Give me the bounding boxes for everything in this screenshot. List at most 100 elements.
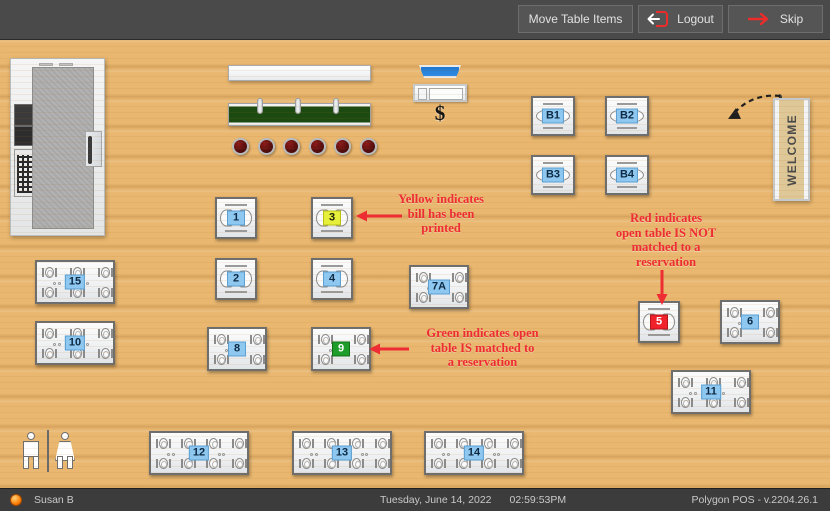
- table-12[interactable]: 12: [149, 431, 249, 475]
- table-7a[interactable]: 7A: [409, 265, 469, 309]
- table-status-badge[interactable]: 10: [64, 335, 86, 351]
- table-13[interactable]: 13: [292, 431, 392, 475]
- refrigerator-icon: [85, 131, 102, 167]
- table-status-badge[interactable]: 8: [228, 341, 246, 357]
- place-setting-icon: [317, 354, 333, 366]
- logout-button[interactable]: Logout: [638, 5, 723, 33]
- place-setting-icon: [298, 438, 314, 450]
- place-setting-icon: [41, 267, 57, 279]
- place-setting-icon: [506, 438, 522, 450]
- condiment-icon: [689, 392, 697, 395]
- table-11[interactable]: 11: [671, 370, 751, 414]
- place-setting-icon: [213, 354, 229, 366]
- table-status-badge[interactable]: 9: [332, 341, 350, 357]
- booth-b1[interactable]: B1: [531, 96, 575, 136]
- status-bar: Susan B Tuesday, June 14, 2022 02:59:53P…: [0, 488, 830, 511]
- restroom-male-icon: [20, 432, 42, 470]
- booth-edge: [617, 103, 637, 105]
- bar-top: [228, 98, 371, 126]
- table-14[interactable]: 14: [424, 431, 524, 475]
- booth-status-badge[interactable]: B3: [541, 167, 565, 183]
- place-setting-icon: [451, 292, 467, 304]
- condiment-icon: [217, 453, 226, 456]
- place-setting-icon: [733, 377, 749, 389]
- cash-drawer-icon: [413, 84, 467, 102]
- table-10[interactable]: 10: [35, 321, 115, 365]
- booth-edge: [543, 103, 563, 105]
- place-setting-icon: [249, 354, 265, 366]
- place-setting-icon: [97, 287, 113, 299]
- table-status-badge[interactable]: 1: [227, 210, 245, 226]
- table-status-badge[interactable]: 12: [188, 445, 210, 461]
- table-15[interactable]: 15: [35, 260, 115, 304]
- booth-edge: [543, 162, 563, 164]
- table-status-badge[interactable]: 6: [741, 314, 759, 330]
- entrance-door[interactable]: WELCOME: [773, 98, 810, 201]
- legend-red-text: Red indicates open table IS NOT matched …: [615, 211, 717, 269]
- table-status-badge[interactable]: 2: [227, 271, 245, 287]
- table-status-badge[interactable]: 3: [323, 210, 341, 226]
- table-status-badge[interactable]: 7A: [427, 279, 451, 295]
- place-setting-icon: [430, 458, 446, 470]
- table-6[interactable]: 6: [720, 300, 780, 344]
- legend-green-text: Green indicates open table IS matched to…: [426, 326, 539, 369]
- bar-stool[interactable]: [258, 138, 275, 155]
- bar-stool[interactable]: [232, 138, 249, 155]
- bar-stool[interactable]: [283, 138, 300, 155]
- table-9[interactable]: 9: [311, 327, 371, 371]
- place-setting-icon: [430, 438, 446, 450]
- arrow-left-icon: [647, 11, 669, 27]
- place-setting-icon: [353, 334, 369, 346]
- dollar-sign-icon: $: [434, 101, 446, 125]
- table-8[interactable]: 8: [207, 327, 267, 371]
- place-setting-icon: [249, 334, 265, 346]
- cash-register-station[interactable]: $: [413, 65, 467, 125]
- bar-stool[interactable]: [309, 138, 326, 155]
- booth-b2[interactable]: B2: [605, 96, 649, 136]
- logout-label: Logout: [677, 12, 714, 26]
- table-4[interactable]: 4: [311, 258, 353, 300]
- booth-b3[interactable]: B3: [531, 155, 575, 195]
- table-1[interactable]: 1: [215, 197, 257, 239]
- arrow-right-icon: [747, 12, 772, 26]
- booth-status-badge[interactable]: B2: [615, 108, 639, 124]
- condiment-icon: [360, 453, 369, 456]
- place-setting-icon: [97, 267, 113, 279]
- table-status-badge[interactable]: 14: [463, 445, 485, 461]
- table-status-badge[interactable]: 15: [64, 274, 86, 290]
- legend-red-arrow: [656, 270, 668, 305]
- top-toolbar: Move Table Items Logout Skip: [0, 0, 830, 40]
- table-3[interactable]: 3: [311, 197, 353, 239]
- table-status-badge[interactable]: 4: [323, 271, 341, 287]
- table-status-badge[interactable]: 11: [701, 384, 721, 400]
- table-edge: [225, 291, 247, 293]
- condiment-icon: [53, 343, 61, 346]
- skip-label: Skip: [779, 12, 804, 26]
- table-status-badge[interactable]: 13: [331, 445, 353, 461]
- kitchen-vent-icon: [59, 63, 73, 66]
- status-user-name: Susan B: [34, 494, 74, 506]
- place-setting-icon: [155, 438, 171, 450]
- move-table-items-button[interactable]: Move Table Items: [518, 5, 633, 33]
- place-setting-icon: [317, 334, 333, 346]
- status-date: Tuesday, June 14, 2022: [380, 494, 492, 506]
- place-setting-icon: [733, 397, 749, 409]
- table-5[interactable]: 5: [638, 301, 680, 343]
- table-2[interactable]: 2: [215, 258, 257, 300]
- table-status-badge[interactable]: 5: [650, 314, 668, 330]
- bar-stool[interactable]: [334, 138, 351, 155]
- booth-status-badge[interactable]: B1: [541, 108, 565, 124]
- legend-green-arrow: [369, 343, 409, 355]
- place-setting-icon: [298, 458, 314, 470]
- booth-b4[interactable]: B4: [605, 155, 649, 195]
- restaurant-floor-canvas[interactable]: $ WELCOME 1 2 3 4 5 6 7A 8 9 10 11 12 13 14 15 B1: [0, 40, 830, 488]
- skip-button[interactable]: Skip: [728, 5, 823, 33]
- condiment-icon: [442, 453, 450, 456]
- bar-stool[interactable]: [360, 138, 377, 155]
- booth-edge: [617, 127, 637, 129]
- booth-edge: [543, 186, 563, 188]
- table-edge: [648, 334, 670, 336]
- place-setting-icon: [726, 307, 742, 319]
- stove-burners-icon: [14, 149, 33, 197]
- booth-status-badge[interactable]: B4: [615, 167, 639, 183]
